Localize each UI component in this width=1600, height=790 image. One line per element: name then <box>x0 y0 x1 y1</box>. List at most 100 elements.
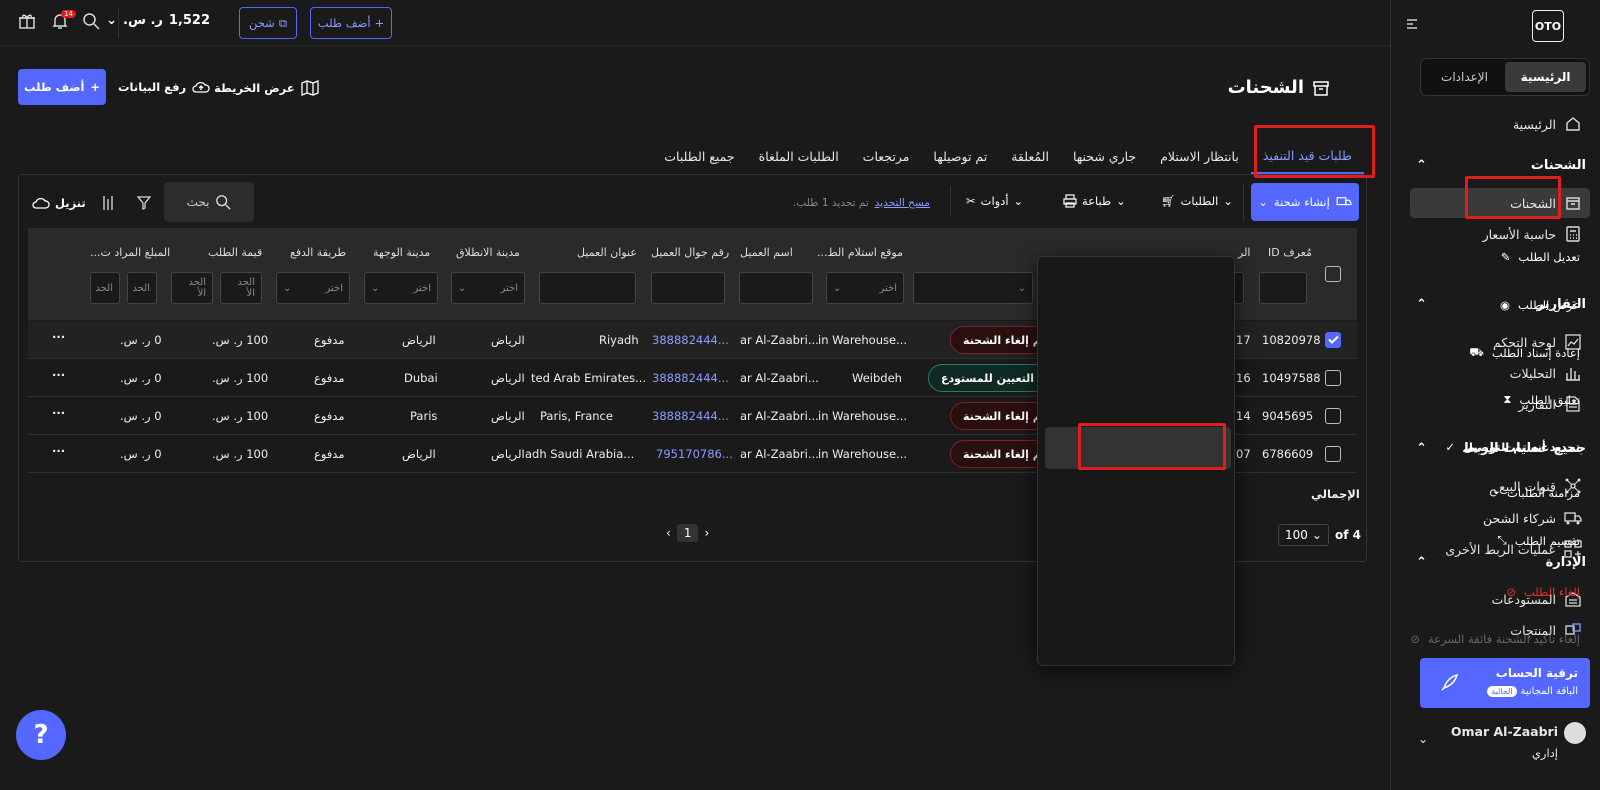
gift-icon[interactable] <box>18 12 36 30</box>
th-origin-city[interactable]: مدينة الانطلاق <box>456 246 520 259</box>
section-title: الإدارة <box>1545 555 1586 570</box>
th-payment[interactable]: طريقة الدفع <box>290 246 346 259</box>
filter-address-input[interactable] <box>539 272 636 304</box>
th-dest-city[interactable]: مدينة الوجهة <box>373 246 430 259</box>
filter-value-max[interactable]: الحد الأ <box>171 272 213 304</box>
filter-origin-select[interactable]: اختر ⌄ <box>451 272 525 304</box>
hourglass-icon: ⧗ <box>1503 392 1512 406</box>
upgrade-plan-row: الباقة المجانية الحالية <box>1487 686 1578 697</box>
tab-awaiting-pickup[interactable]: بانتظار الاستلام <box>1148 138 1251 174</box>
filter-value-min[interactable]: الحد الأ <box>220 272 262 304</box>
menu-label: إلغاء تأكيد الشحنة فائقة السرعة <box>1428 632 1580 646</box>
top-add-order-button[interactable]: + أضف طلب <box>310 7 392 39</box>
sidebar-item-price-calc[interactable]: حاسبة الأسعار <box>1410 219 1590 249</box>
tab-suspended[interactable]: المُعلقة <box>999 138 1061 174</box>
section-title: الشحنات <box>1530 158 1586 173</box>
filter-status-select[interactable]: ⌄ <box>913 272 1033 304</box>
menu-label: إعادة إسناد الطلب <box>1491 346 1580 360</box>
truck-icon <box>1564 509 1582 527</box>
select-all-checkbox[interactable] <box>1325 266 1341 282</box>
more-actions-icon[interactable]: ··· <box>52 444 65 458</box>
tab-in-progress[interactable]: طلبات قيد التنفيذ <box>1250 138 1364 174</box>
row-checkbox[interactable] <box>1325 408 1341 424</box>
filter-amount-max[interactable]: الحد <box>90 272 120 304</box>
oto-logo[interactable]: OTO <box>1532 10 1564 42</box>
search-box[interactable]: بحث <box>164 182 254 222</box>
sidebar-item-home[interactable]: الرئيسية <box>1410 109 1590 139</box>
menu-item-sync-orders[interactable]: مزامنة الطلبات ⟳ <box>1131 486 1580 500</box>
menu-item-suspend-order[interactable]: تعليق الطلب ⧗ <box>1143 392 1580 407</box>
sidebar-section-management[interactable]: الإدارة ⌃ <box>1416 555 1586 570</box>
filter-placeholder: الحد الأ <box>237 277 255 299</box>
download-button[interactable]: تنزيل <box>32 196 86 210</box>
collapse-menu-icon[interactable] <box>1405 18 1419 30</box>
upgrade-account-card[interactable]: ترقية الحساب الباقة المجانية الحالية <box>1420 658 1590 708</box>
th-customer-name[interactable]: اسم العميل <box>740 246 793 259</box>
button-label: شحن <box>248 16 275 30</box>
orders-dropdown[interactable]: ⌄ الطلبات 🛒︎ <box>1161 194 1233 208</box>
cell-origin: الرياض <box>491 371 525 385</box>
button-label: الطلبات <box>1180 194 1219 208</box>
chevron-down-icon: ⌄ <box>371 282 380 294</box>
print-dropdown[interactable]: ⌄ طباعة <box>1063 194 1126 208</box>
chevron-left-icon[interactable]: ‹ <box>704 526 709 540</box>
row-checkbox[interactable] <box>1325 370 1341 386</box>
add-order-button[interactable]: + أضف طلب <box>18 69 106 105</box>
tab-cancelled[interactable]: الطلبات الملغاة <box>747 138 851 174</box>
menu-item-view-order[interactable]: عرض الطلب ◉ <box>1143 298 1580 312</box>
sidebar-item-carriers[interactable]: شركاء الشحن <box>1410 503 1590 533</box>
ban-icon: ⊘ <box>1410 632 1420 646</box>
map-view-button[interactable]: عرض الخريطة <box>214 80 319 96</box>
filter-pickup-select[interactable]: اختر ⌄ <box>826 272 904 304</box>
th-order-value[interactable]: قيمة الطلب <box>208 246 262 259</box>
filter-icon[interactable] <box>137 196 151 210</box>
cell-phone-link[interactable]: ...388882444 <box>652 371 729 385</box>
menu-item-edit-order[interactable]: تعديل الطلب ✎ <box>1143 250 1580 264</box>
th-customer-address[interactable]: عنوان العميل <box>577 246 637 259</box>
upload-data-button[interactable]: رفع البيانات <box>118 80 210 94</box>
segment-home[interactable]: الرئيسية <box>1505 62 1586 92</box>
sidebar-section-shipments[interactable]: الشحنات ⌃ <box>1416 158 1586 173</box>
search-icon[interactable] <box>82 12 100 30</box>
notification-bell-icon[interactable]: 14 <box>51 10 76 30</box>
tools-dropdown[interactable]: ⌄ أدوات ✂ <box>966 194 1023 208</box>
filter-payment-select[interactable]: اختر ⌄ <box>276 272 350 304</box>
tab-all-orders[interactable]: جميع الطلبات <box>652 138 746 174</box>
ship-button[interactable]: ⧉ شحن <box>239 7 297 39</box>
menu-item-cancel-order[interactable]: إلغاء الطلب ⊘ <box>1147 585 1580 599</box>
sidebar-item-analytics[interactable]: التحليلات <box>1410 358 1590 388</box>
filter-amount-min[interactable]: الحد <box>127 272 157 304</box>
segment-settings[interactable]: الإعدادات <box>1424 62 1505 92</box>
clear-selection-link[interactable]: مسح التحديد <box>875 197 930 209</box>
create-shipment-button[interactable]: إنشاء شحنة ⌄ <box>1251 183 1359 221</box>
order-actions-menu <box>1037 256 1235 666</box>
cell-phone-link[interactable]: ...388882444 <box>652 409 729 423</box>
cell-phone-link[interactable]: ...388882444 <box>652 333 729 347</box>
cell-amount: 0 ر. س. <box>120 447 162 461</box>
more-actions-icon[interactable]: ··· <box>52 330 65 344</box>
columns-icon[interactable] <box>102 195 114 211</box>
sidebar-item-shipments[interactable]: الشحنات <box>1410 188 1590 218</box>
balance-dropdown[interactable]: 1,522 ر. س. ⌄ <box>106 13 210 28</box>
chevron-right-icon[interactable]: › <box>666 526 671 540</box>
menu-item-reassign-order[interactable]: إعادة إسناد الطلب ⛟ <box>1117 345 1580 361</box>
cell-origin: الرياض <box>491 447 525 461</box>
user-profile[interactable]: Omar Al-Zaabri إداري ⌄ <box>1410 722 1590 772</box>
more-actions-icon[interactable]: ··· <box>52 406 65 420</box>
menu-item-mark-delivered[interactable]: تحديد أنه تم التوصيل ✓ <box>1101 440 1580 454</box>
filter-dest-select[interactable]: اختر ⌄ <box>364 272 438 304</box>
help-button[interactable]: ? <box>16 710 66 760</box>
filter-name-input[interactable] <box>739 272 813 304</box>
th-pickup[interactable]: موقع استلام الط... <box>817 246 903 259</box>
tab-returns[interactable]: مرتجعات <box>851 138 922 174</box>
tab-shipping[interactable]: جاري شحنها <box>1061 138 1148 174</box>
page-number[interactable]: 1 <box>676 524 699 542</box>
menu-item-split-order[interactable]: تقسيم الطلب ⤡ <box>1135 533 1581 548</box>
th-amount[interactable]: المبلغ المراد ت... <box>90 246 170 259</box>
filter-phone-input[interactable] <box>651 272 725 304</box>
tab-delivered[interactable]: تم توصيلها <box>921 138 999 174</box>
more-actions-icon[interactable]: ··· <box>52 368 65 382</box>
cell-phone-link[interactable]: ...795170786 <box>656 447 733 461</box>
th-customer-phone[interactable]: رقم جوال العميل <box>651 246 729 259</box>
filter-placeholder: اختر <box>879 282 898 294</box>
